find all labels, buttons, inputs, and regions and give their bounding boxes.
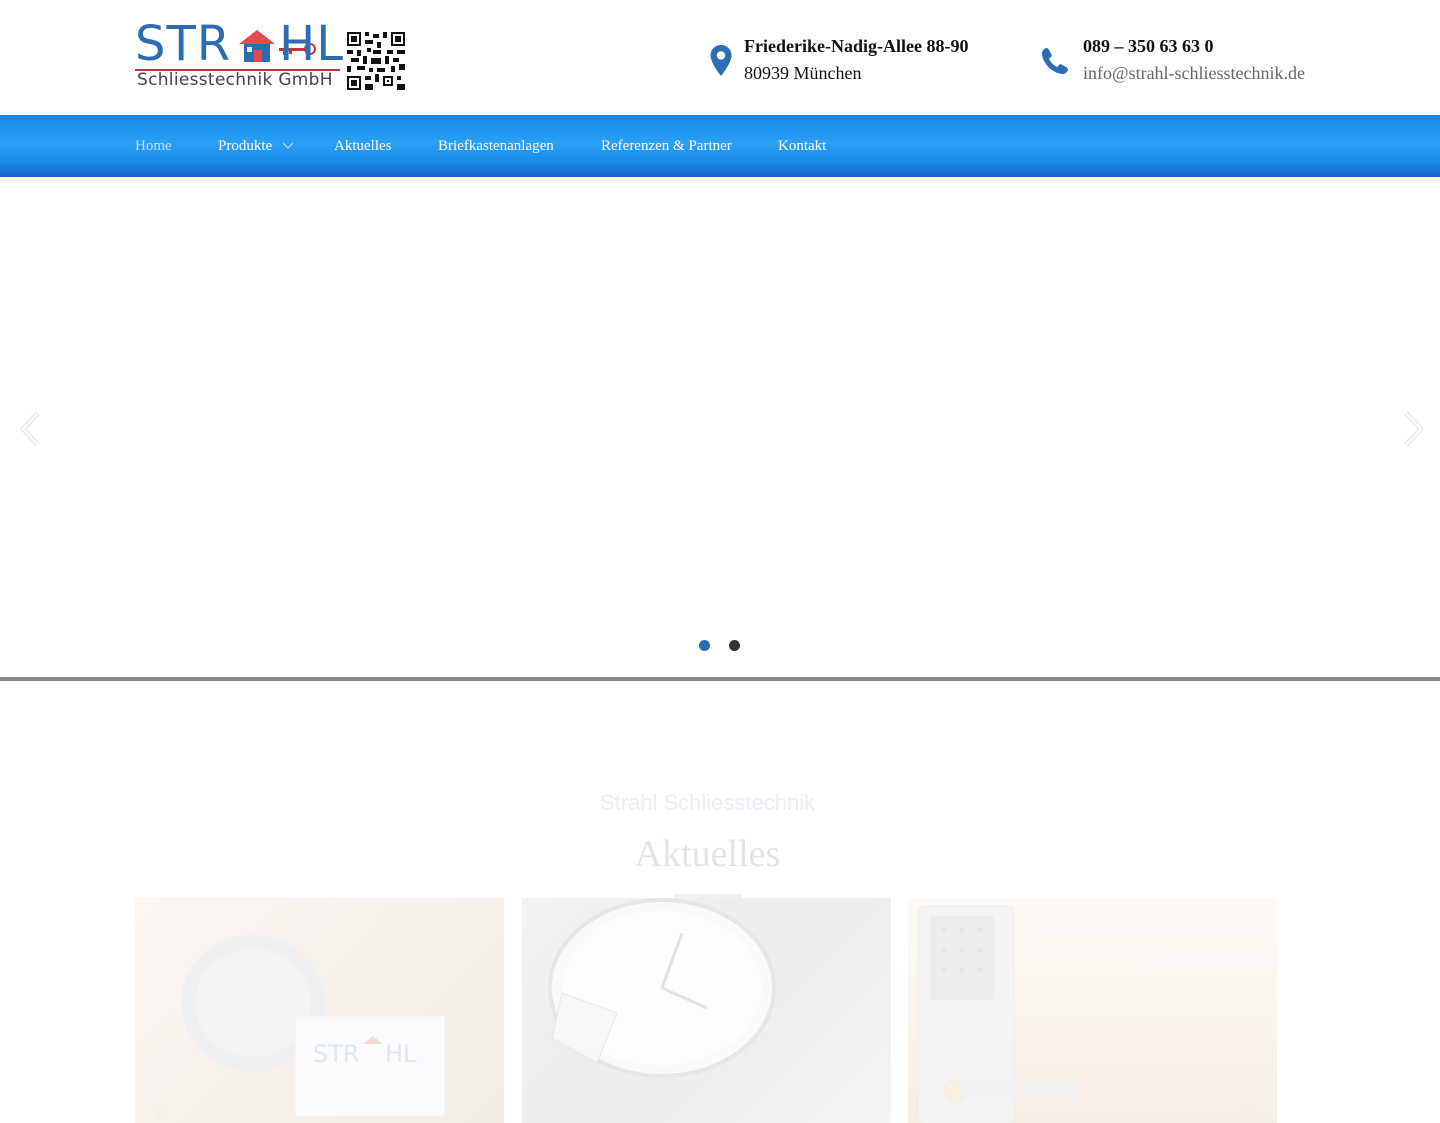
address-city: 80939 München xyxy=(744,63,862,83)
address-street: Friederike-Nadig-Allee 88-90 xyxy=(744,36,969,56)
section-title: Aktuelles xyxy=(634,833,781,875)
news-card-2[interactable] xyxy=(522,898,891,1123)
map-marker-icon xyxy=(710,45,732,76)
slider-dot-2[interactable] xyxy=(729,640,740,651)
phone-block: 089 – 350 63 63 0 info@strahl-schliesste… xyxy=(1040,36,1340,96)
news-card-1[interactable]: STR HL xyxy=(135,898,504,1123)
news-card-image-2 xyxy=(548,898,776,1078)
nav-item-home[interactable]: Home xyxy=(135,138,172,155)
carousel-prev-icon[interactable] xyxy=(152,1105,168,1123)
chevron-right-icon[interactable] xyxy=(1396,409,1426,449)
nav-item-kontakt[interactable]: Kontakt xyxy=(778,138,826,155)
logo-brand-text: STR HL xyxy=(135,16,344,72)
nav-item-produkte[interactable]: Produkte xyxy=(218,138,272,155)
main-navigation: Home Produkte Aktuelles Briefkastenanlag… xyxy=(0,115,1440,177)
chevron-down-icon[interactable] xyxy=(282,139,294,151)
company-logo[interactable]: STR HL Schliesstechnik GmbH xyxy=(135,16,407,94)
svg-text:HL: HL xyxy=(385,1040,417,1068)
email-link[interactable]: info@strahl-schliesstechnik.de xyxy=(1083,63,1305,84)
nav-item-referenzen[interactable]: Referenzen & Partner xyxy=(601,138,732,155)
phone-icon xyxy=(1042,48,1068,74)
hero-slider xyxy=(0,177,1440,677)
slider-dot-1[interactable] xyxy=(699,640,710,651)
chevron-left-icon[interactable] xyxy=(18,409,48,449)
news-card-image-1: STR HL xyxy=(181,935,446,1117)
carousel-next-icon[interactable] xyxy=(1245,1105,1261,1123)
qr-code-icon xyxy=(347,32,405,90)
section-subtitle: Strahl Schliesstechnik xyxy=(599,790,816,815)
svg-text:STR: STR xyxy=(313,1040,360,1068)
nav-item-aktuelles[interactable]: Aktuelles xyxy=(334,138,392,155)
news-card-image-3 xyxy=(917,905,1083,1123)
logo-subtitle: Schliesstechnik GmbH xyxy=(137,70,333,90)
site-header: STR HL Schliesstechnik GmbH Friederike-N… xyxy=(0,0,1440,115)
phone-number[interactable]: 089 – 350 63 63 0 xyxy=(1083,36,1214,57)
address-block: Friederike-Nadig-Allee 88-90 80939 Münch… xyxy=(706,36,1006,96)
slider-bottom-border xyxy=(0,677,1440,681)
nav-item-briefkastenanlagen[interactable]: Briefkastenanlagen xyxy=(438,138,554,155)
news-card-3[interactable] xyxy=(908,898,1277,1123)
